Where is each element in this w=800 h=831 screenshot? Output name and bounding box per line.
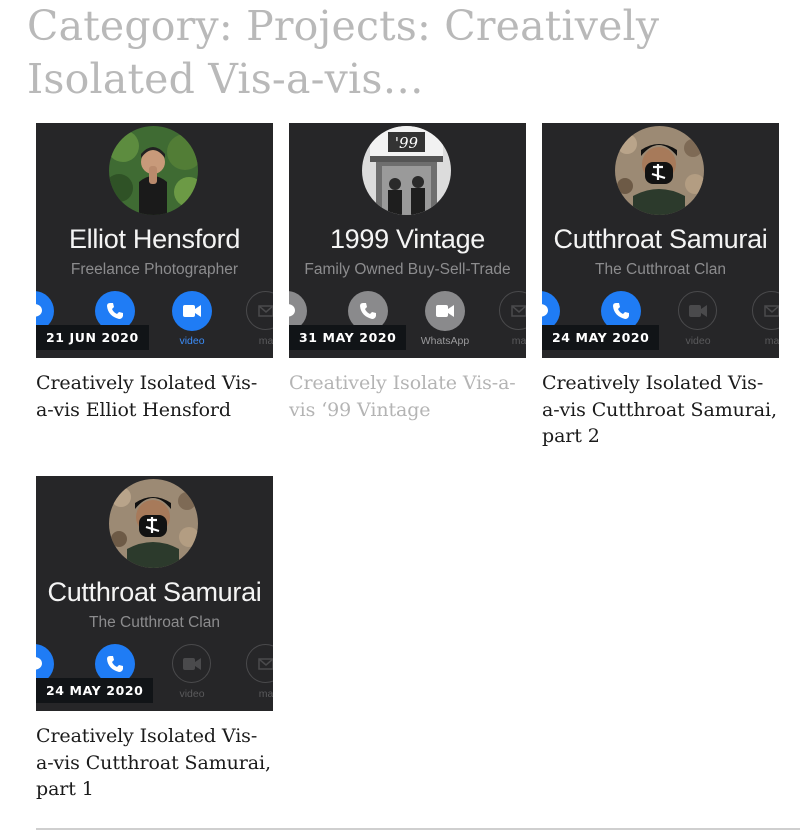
post-title-link[interactable]: Creatively Isolated Vis-a-vis Elliot Hen… xyxy=(36,370,273,423)
date-badge: 24 MAY 2020 xyxy=(36,678,154,703)
date-badge: 21 JUN 2020 xyxy=(36,325,149,350)
mail-icon xyxy=(246,644,273,683)
avatar xyxy=(615,126,704,215)
contact-name: 1999 Vintage xyxy=(329,224,486,254)
mail-icon xyxy=(752,291,779,330)
post-card: Elliot Hensford Freelance Photographer v… xyxy=(36,123,273,423)
video-icon xyxy=(425,291,465,331)
mail-icon xyxy=(499,291,526,330)
post-thumbnail[interactable]: Elliot Hensford Freelance Photographer v… xyxy=(36,123,273,358)
post-title-link[interactable]: Creatively Isolated Vis-a-vis Cutthroat … xyxy=(542,370,779,450)
svg-text:'99: '99 xyxy=(395,134,419,152)
avatar xyxy=(109,479,198,568)
video-icon xyxy=(678,291,717,330)
post-thumbnail[interactable]: '99 1999 Vintage Family Owned Buy-Sell-T… xyxy=(289,123,526,358)
date-badge: 24 MAY 2020 xyxy=(542,325,660,350)
action-label: video xyxy=(179,688,205,700)
action-label: ma xyxy=(258,688,273,700)
contact-name: Cutthroat Samurai xyxy=(553,224,768,254)
contact-subtitle: Freelance Photographer xyxy=(70,261,239,278)
action-label: video xyxy=(179,335,205,347)
post-thumbnail[interactable]: Cutthroat Samurai The Cutthroat Clan vid… xyxy=(36,476,273,711)
contact-name: Cutthroat Samurai xyxy=(47,577,262,607)
contact-subtitle: Family Owned Buy-Sell-Trade xyxy=(304,261,511,278)
contact-subtitle: The Cutthroat Clan xyxy=(595,261,726,278)
action-label: ma xyxy=(258,335,273,347)
video-icon xyxy=(172,291,212,331)
video-icon xyxy=(172,644,211,683)
avatar: '99 xyxy=(362,126,451,215)
contact-name: Elliot Hensford xyxy=(68,224,241,254)
avatar xyxy=(109,126,198,215)
contact-subtitle: The Cutthroat Clan xyxy=(89,614,220,631)
page-title: Category: Projects: Creatively Isolated … xyxy=(27,2,660,103)
post-card: '99 1999 Vintage Family Owned Buy-Sell-T… xyxy=(289,123,526,423)
action-label: ma xyxy=(511,335,526,347)
action-label: WhatsApp xyxy=(420,335,470,347)
post-title-link[interactable]: Creatively Isolated Vis-a-vis Cutthroat … xyxy=(36,723,273,803)
action-label: video xyxy=(685,335,711,347)
divider xyxy=(36,828,800,830)
post-title-link[interactable]: Creatively Isolate Vis-a-vis ‘99 Vintage xyxy=(289,370,526,423)
post-card: Cutthroat Samurai The Cutthroat Clan vid… xyxy=(542,123,779,450)
post-thumbnail[interactable]: Cutthroat Samurai The Cutthroat Clan vid… xyxy=(542,123,779,358)
post-card: Cutthroat Samurai The Cutthroat Clan vid… xyxy=(36,476,273,803)
date-badge: 31 MAY 2020 xyxy=(289,325,407,350)
mail-icon xyxy=(246,291,273,330)
action-label: ma xyxy=(764,335,779,347)
